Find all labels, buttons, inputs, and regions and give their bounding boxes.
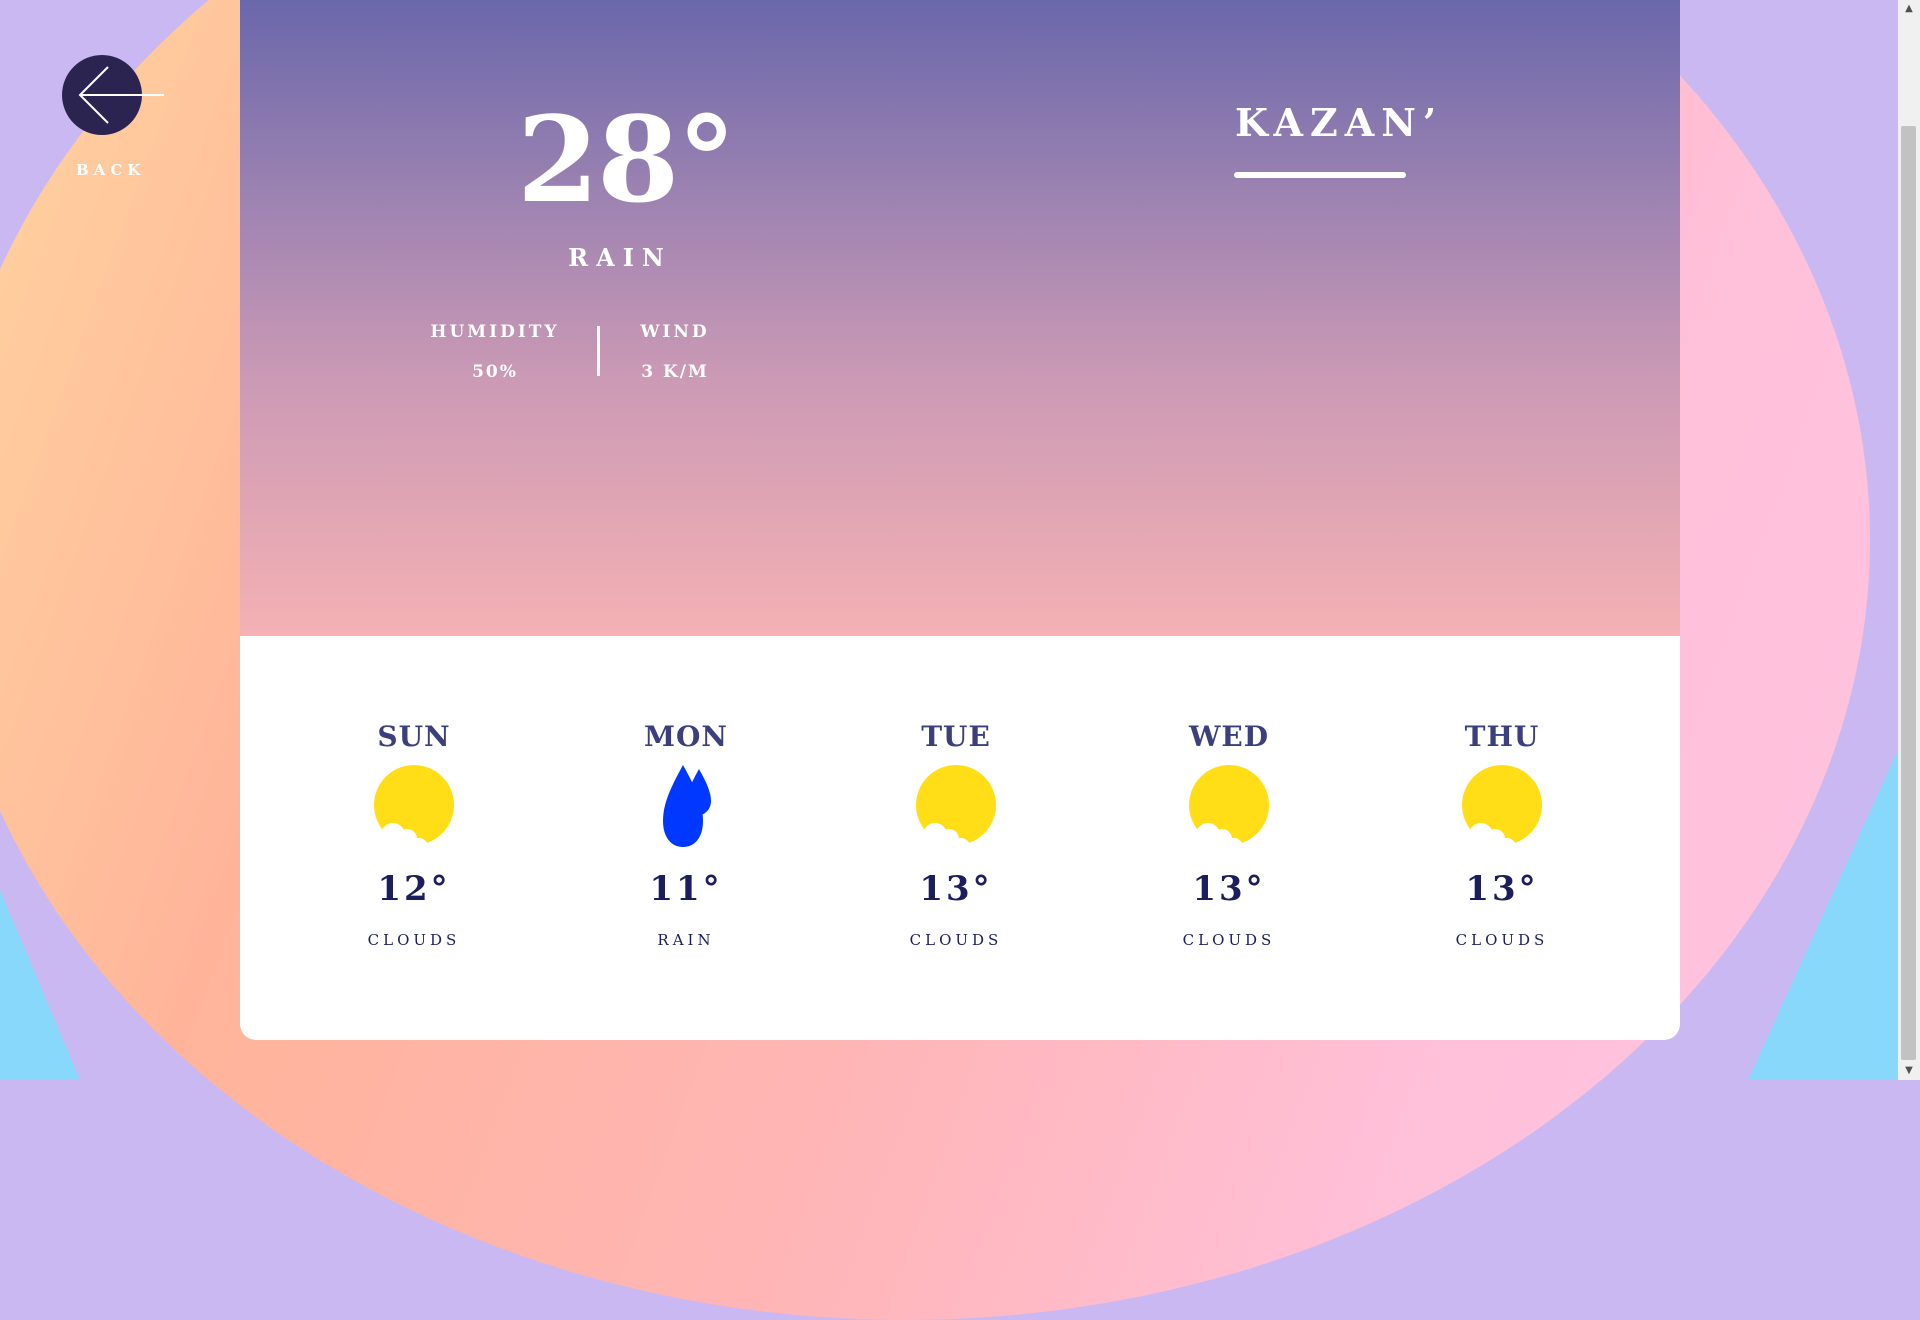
forecast-day-name: THU [1464,720,1540,753]
sun-clouds-icon [369,765,459,856]
scroll-thumb[interactable] [1901,126,1916,1060]
back-circle[interactable] [62,55,164,135]
forecast-day: THU 13° CLOUDS [1422,720,1582,949]
city-name[interactable]: KAZAN’ [1235,100,1443,145]
sun-clouds-icon [911,765,1001,856]
wind-stat: WIND 3 K/M [620,322,730,382]
current-temperature: 28° [517,90,736,229]
sun-clouds-icon [1184,765,1274,856]
forecast-temperature: 11° [649,869,723,909]
back-button[interactable]: BACK [62,55,172,179]
scrollbar[interactable]: ▲ ▼ [1898,0,1920,1080]
stat-divider [597,326,600,376]
humidity-value: 50% [472,362,518,382]
scroll-down-arrow-icon[interactable]: ▼ [1898,1062,1920,1080]
sun-clouds-icon [1457,765,1547,856]
current-weather-panel: 28° RAIN HUMIDITY 50% WIND 3 K/M KAZAN’ [240,0,1680,636]
forecast-day-name: SUN [377,720,451,753]
weather-card: 28° RAIN HUMIDITY 50% WIND 3 K/M KAZAN’ … [240,0,1680,1040]
wind-value: 3 K/M [641,362,709,382]
forecast-temperature: 13° [1465,869,1539,909]
forecast-row: SUN 12° CLOUDS MON 11° RAIN TUE 13° CLOU… [240,636,1680,1040]
forecast-day: TUE 13° CLOUDS [876,720,1036,949]
forecast-description: CLOUDS [1182,931,1276,949]
forecast-temperature: 12° [377,869,451,909]
forecast-description: CLOUDS [1455,931,1549,949]
forecast-day-name: MON [644,720,728,753]
wind-label: WIND [640,322,710,342]
humidity-stat: HUMIDITY 50% [430,322,560,382]
forecast-temperature: 13° [1192,869,1266,909]
forecast-temperature: 13° [919,869,993,909]
current-condition: RAIN [568,243,672,272]
scroll-up-arrow-icon[interactable]: ▲ [1898,0,1920,18]
back-label: BACK [76,161,146,179]
forecast-day: MON 11° RAIN [606,720,766,949]
city-underline [1234,172,1406,178]
forecast-day-name: TUE [921,720,991,753]
forecast-day-name: WED [1188,720,1270,753]
forecast-description: CLOUDS [367,931,461,949]
raindrops-icon [641,765,731,849]
forecast-description: CLOUDS [909,931,1003,949]
forecast-description: RAIN [657,931,715,949]
arrow-left-icon [78,66,164,124]
humidity-label: HUMIDITY [430,322,560,342]
forecast-day: WED 13° CLOUDS [1149,720,1309,949]
forecast-day: SUN 12° CLOUDS [334,720,494,949]
